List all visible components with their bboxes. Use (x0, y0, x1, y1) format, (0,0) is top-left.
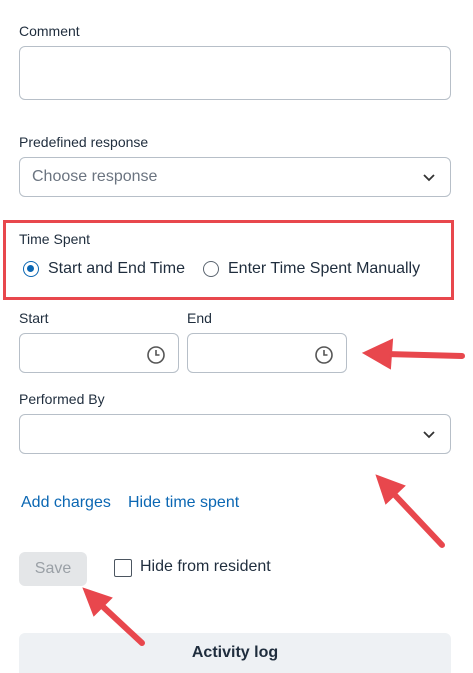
annotation-arrows (82, 338, 465, 646)
annotation-arrow-performed (389, 489, 445, 548)
annotation-arrowhead-end (361, 338, 394, 370)
annotation-arrow-save (96, 600, 145, 646)
annotation-arrow-end (383, 351, 465, 359)
